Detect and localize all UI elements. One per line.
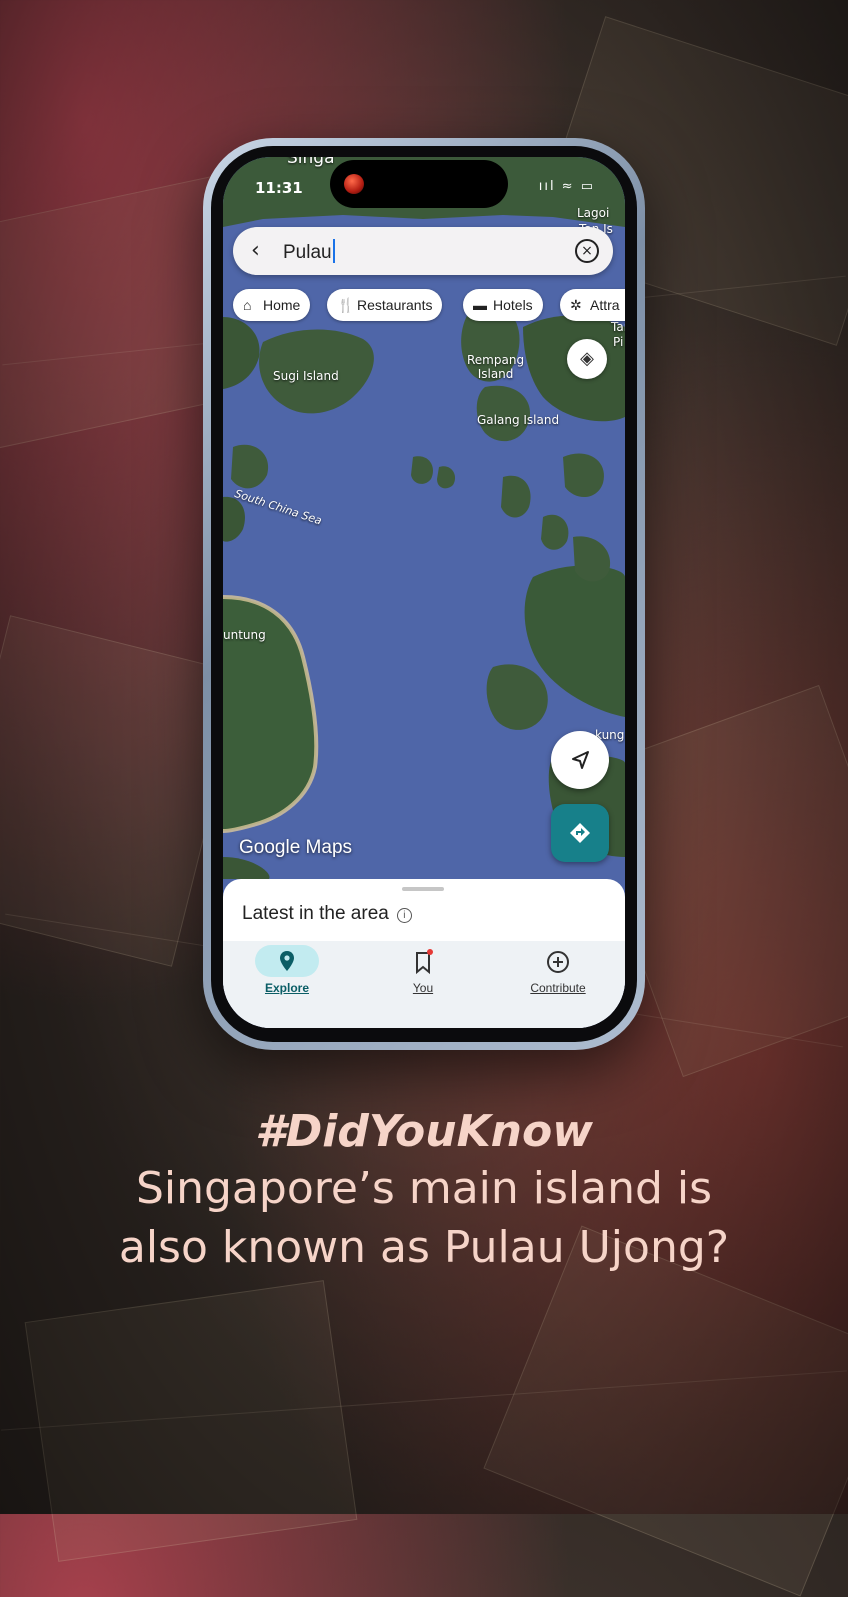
google-maps-watermark: Google Maps [239, 837, 353, 858]
status-time: 11:31 [255, 179, 303, 197]
map-label-left: untung [223, 628, 266, 642]
sheet-drag-handle[interactable] [402, 887, 444, 891]
map-label-galang[interactable]: Galang Island [477, 413, 559, 427]
phone-screen: 11:31 ııl ≈ ▭ Singa Lagoi Tan Is Tan Pi … [223, 157, 625, 1028]
my-location-button[interactable] [551, 731, 609, 789]
fork-knife-icon: 🍴 [337, 297, 355, 313]
home-icon: ⌂ [243, 297, 252, 313]
map-label-lagoi: Lagoi [577, 206, 610, 220]
nav-you[interactable]: You [363, 941, 483, 995]
map-label-sugi[interactable]: Sugi Island [273, 369, 339, 383]
directions-icon [570, 823, 590, 843]
dynamic-island [330, 160, 508, 208]
nav-contribute[interactable]: Contribute [498, 941, 618, 995]
chevron-left-icon[interactable]: ‹ [251, 238, 260, 263]
map-label-singapore: Singa [287, 157, 335, 168]
clear-circle-icon[interactable]: × [575, 239, 599, 263]
location-pin-icon [280, 951, 294, 971]
camera-indicator-icon [344, 174, 364, 194]
info-icon[interactable]: i [396, 908, 412, 923]
bottom-sheet[interactable]: Latest in the area i Explore You Contrib… [223, 879, 625, 1028]
layers-icon: ◈ [580, 348, 594, 369]
nav-contribute-label: Contribute [530, 981, 586, 995]
nav-explore-label: Explore [264, 981, 309, 995]
map-label-tan: Tan [611, 320, 625, 334]
chip-hotels[interactable]: ▬ Hotels [463, 289, 543, 321]
directions-button[interactable] [551, 804, 609, 862]
nav-explore[interactable]: Explore [227, 941, 347, 995]
nav-you-label: You [412, 981, 434, 995]
navigation-arrow-icon [572, 751, 589, 769]
bottom-navigation: Explore You Contribute [223, 941, 625, 1028]
search-input[interactable]: Pulau [283, 239, 335, 264]
chip-restaurants[interactable]: 🍴 Restaurants [327, 289, 443, 321]
add-circle-icon [547, 951, 569, 973]
bed-icon: ▬ [473, 297, 487, 313]
chip-attractions[interactable]: ✲ Attra [560, 289, 625, 321]
bookmark-icon [416, 949, 433, 975]
text-caret [332, 239, 335, 263]
sheet-title: Latest in the area i [242, 903, 412, 925]
caption-line-2: also known as Pulau Ujong? [118, 1222, 730, 1273]
map-label-rempang[interactable]: Rempang Island [467, 353, 524, 381]
attraction-icon: ✲ [570, 297, 582, 313]
search-bar[interactable]: ‹ Pulau × [233, 227, 613, 275]
caption-line-1: Singapore’s main island is [135, 1163, 713, 1214]
layers-button[interactable]: ◈ [567, 339, 607, 379]
caption-hashtag: #DidYouKnow [255, 1106, 593, 1157]
status-icons: ııl ≈ ▭ [538, 179, 595, 194]
chip-home[interactable]: ⌂ Home [233, 289, 311, 321]
map-label-pi: Pi [613, 335, 624, 349]
